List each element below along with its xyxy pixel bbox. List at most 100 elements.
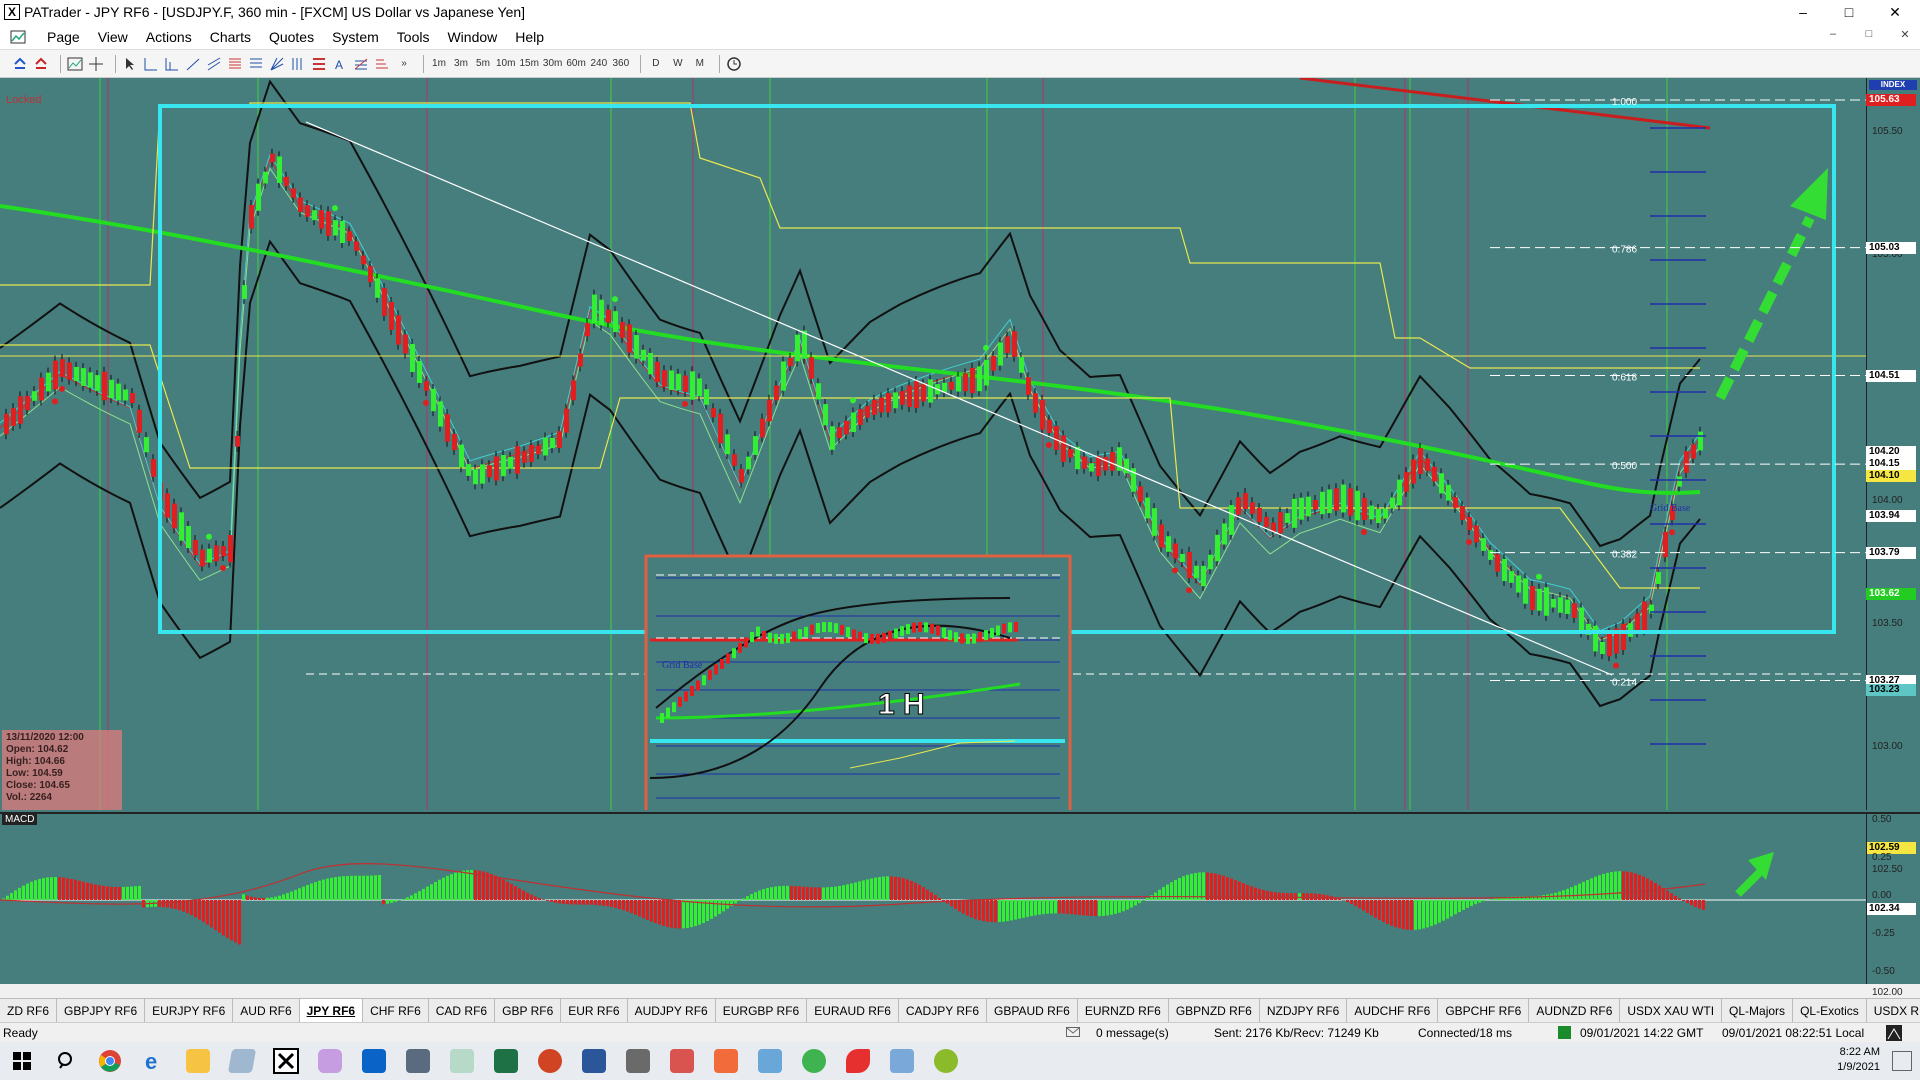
file-explorer-icon[interactable] [176,1042,220,1080]
chart-menu-icon[interactable] [10,29,32,45]
word-icon[interactable] [572,1042,616,1080]
trendline-icon[interactable] [185,56,201,72]
tab-usdx-xau-wti[interactable]: USDX XAU WTI [1620,999,1723,1022]
remote-desktop-icon[interactable] [748,1042,792,1080]
menu-charts[interactable]: Charts [201,29,260,45]
timeframe-3m[interactable]: 3m [452,54,470,74]
menu-view[interactable]: View [89,29,137,45]
menu-help[interactable]: Help [506,29,553,45]
menu-system[interactable]: System [323,29,388,45]
toolbar-overflow-button[interactable]: » [395,54,413,74]
period-daily[interactable]: D [647,54,665,74]
folder-blue-icon[interactable] [880,1042,924,1080]
close-button[interactable]: ✕ [1872,0,1918,24]
red-bird-icon[interactable] [836,1042,880,1080]
tab-nzdjpy-rf6[interactable]: NZDJPY RF6 [1260,999,1348,1022]
edge-icon[interactable]: e [132,1042,176,1080]
tab-chf-rf6[interactable]: CHF RF6 [363,999,429,1022]
tab-audchf-rf6[interactable]: AUDCHF RF6 [1347,999,1439,1022]
tab-audnzd-rf6[interactable]: AUDNZD RF6 [1529,999,1621,1022]
leaf-app-icon[interactable] [792,1042,836,1080]
tab-gbp-rf6[interactable]: GBP RF6 [495,999,562,1022]
tab-gbpaud-rf6[interactable]: GBPAUD RF6 [987,999,1078,1022]
tab-ql-exotics[interactable]: QL-Exotics [1793,999,1867,1022]
horizontal-line-icon[interactable] [143,56,159,72]
patrader-icon[interactable] [264,1042,308,1080]
macd-pane[interactable] [0,812,1920,984]
price-axis[interactable]: INDEX105.50105.00104.50104.00103.50103.0… [1866,78,1920,998]
crosshair-icon[interactable] [88,56,104,72]
tab-euraud-rf6[interactable]: EURAUD RF6 [807,999,899,1022]
cycles-icon[interactable] [374,56,390,72]
menu-actions[interactable]: Actions [137,29,201,45]
timeframe-60m[interactable]: 60m [566,54,585,74]
pitchfork-icon[interactable] [353,56,369,72]
app-o-icon[interactable] [308,1042,352,1080]
tab-jpy-rf6[interactable]: JPY RF6 [299,999,364,1022]
maximize-button[interactable]: □ [1826,0,1872,24]
gann-fan-icon[interactable] [269,56,285,72]
tab-eurjpy-rf6[interactable]: EURJPY RF6 [145,999,234,1022]
timeframe-30m[interactable]: 30m [543,54,562,74]
chart-area[interactable]: 1 H Grid Base 1.000 0.786 0.618 0.500 0.382 0.… [0,78,1920,998]
fib-extension-icon[interactable] [248,56,264,72]
chrome-icon[interactable] [88,1042,132,1080]
calculator-icon[interactable] [396,1042,440,1080]
tab-cadjpy-rf6[interactable]: CADJPY RF6 [899,999,988,1022]
tab-eurgbp-rf6[interactable]: EURGBP RF6 [716,999,808,1022]
tab-gbpjpy-rf6[interactable]: GBPJPY RF6 [57,999,146,1022]
period-monthly[interactable]: M [691,54,709,74]
notification-icon[interactable] [1892,1051,1912,1071]
menu-page[interactable]: Page [38,29,89,45]
tab-cad-rf6[interactable]: CAD RF6 [429,999,496,1022]
windows-start-icon[interactable] [0,1042,44,1080]
tab-eurnzd-rf6[interactable]: EURNZD RF6 [1078,999,1169,1022]
text-tool-icon[interactable]: A [332,56,348,72]
menu-tools[interactable]: Tools [388,29,439,45]
taskbar-clock[interactable]: 8:22 AM 1/9/2021 [1837,1045,1880,1075]
notes-icon[interactable] [220,1042,264,1080]
timeframe-10m[interactable]: 10m [496,54,515,74]
tab-audjpy-rf6[interactable]: AUDJPY RF6 [628,999,716,1022]
tab-aud-rf6[interactable]: AUD RF6 [233,999,300,1022]
grid-icon[interactable] [311,56,327,72]
chart-line-icon[interactable] [67,56,83,72]
fibonacci-icon[interactable] [227,56,243,72]
vertical-lines-icon[interactable] [290,56,306,72]
mdi-restore-button[interactable]: □ [1858,28,1880,46]
pointer-icon[interactable] [122,56,138,72]
timeframe-15m[interactable]: 15m [519,54,538,74]
timeframe-360[interactable]: 360 [612,54,630,74]
tab-gbpchf-rf6[interactable]: GBPCHF RF6 [1438,999,1530,1022]
messages-status[interactable]: 0 message(s) [1066,1026,1169,1040]
tab-gbpnzd-rf6[interactable]: GBPNZD RF6 [1169,999,1260,1022]
timeframe-5m[interactable]: 5m [474,54,492,74]
price-chart[interactable]: 1 H Grid Base 1.000 0.786 0.618 0.500 0.382 0.… [0,78,1920,810]
timeframe-1m[interactable]: 1m [430,54,448,74]
search-icon[interactable] [44,1042,88,1080]
minimize-button[interactable]: – [1780,0,1826,24]
excel-icon[interactable] [484,1042,528,1080]
powerpoint-icon[interactable] [528,1042,572,1080]
period-weekly[interactable]: W [669,54,687,74]
arrange-red-icon[interactable] [33,56,49,72]
outlook-icon[interactable] [352,1042,396,1080]
tab-zd-rf6[interactable]: ZD RF6 [0,999,57,1022]
mdi-minimize-button[interactable]: – [1822,28,1844,46]
arrange-blue-icon[interactable] [12,56,28,72]
chart-status-icon[interactable] [1886,1025,1902,1041]
tab-ql-majors[interactable]: QL-Majors [1722,999,1794,1022]
channel-icon[interactable] [206,56,222,72]
mdi-close-button[interactable]: ✕ [1894,28,1916,46]
film-icon[interactable] [616,1042,660,1080]
media-icon[interactable] [440,1042,484,1080]
timeframe-240[interactable]: 240 [590,54,608,74]
clock-icon[interactable] [726,56,742,72]
swarm-icon[interactable] [704,1042,748,1080]
level-line-icon[interactable] [164,56,180,72]
tab-eur-rf6[interactable]: EUR RF6 [561,999,628,1022]
skype-icon[interactable] [660,1042,704,1080]
w-app-icon[interactable] [924,1042,968,1080]
menu-quotes[interactable]: Quotes [260,29,323,45]
tab-usdx-rf6[interactable]: USDX RF6 [1867,999,1920,1022]
